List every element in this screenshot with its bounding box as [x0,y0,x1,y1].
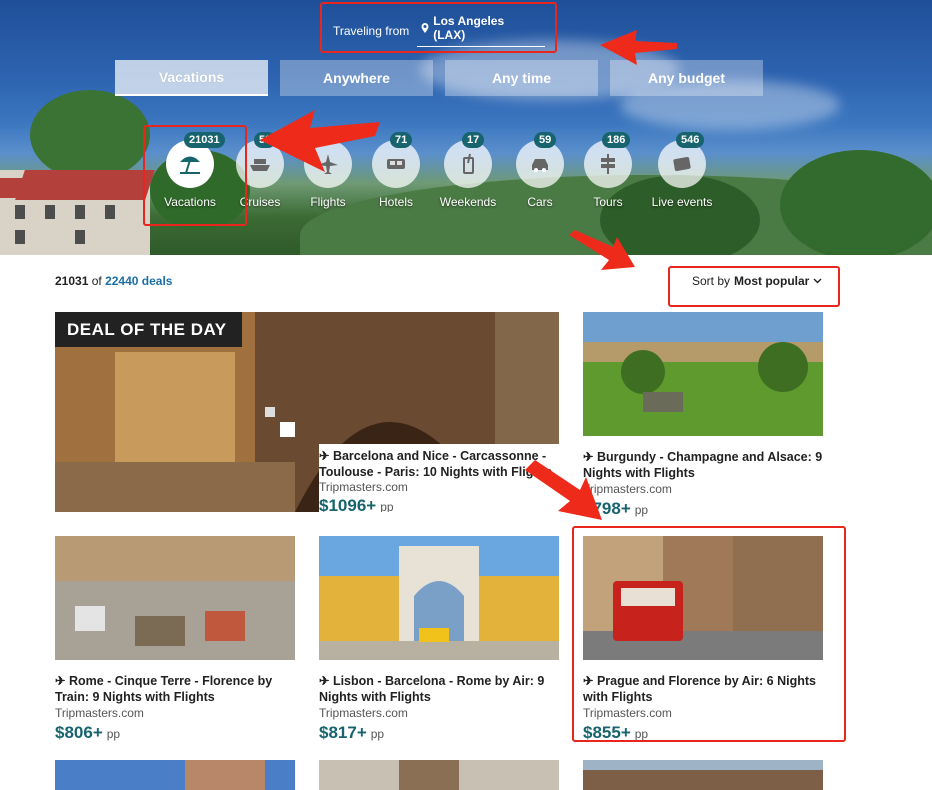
annotation-arrow-icon [525,460,602,520]
deal-card-image-partial [55,760,295,790]
deal-card-source: Tripmasters.com [55,706,144,720]
deal-card-price-unit: pp [370,727,385,741]
bed-icon [387,159,405,169]
deal-card-price-amount: $817+ [319,723,367,742]
deal-card-price-unit: pp [634,503,649,517]
car-icon [532,159,548,172]
deal-card-title[interactable]: ✈ Rome - Cinque Terre - Florence by Trai… [55,673,295,705]
deal-of-the-day-banner: DEAL OF THE DAY [55,312,242,347]
annotation-arrow-icon [260,110,380,172]
category-label: Live events [651,195,713,209]
ticket-icon [673,157,691,171]
highlight-box [320,2,557,53]
filter-anywhere[interactable]: Anywhere [280,60,433,96]
annotation-arrow-icon [569,230,635,270]
signpost-icon [601,154,615,174]
deal-card-price-unit: pp [106,727,121,741]
deal-card-price: $806+ pp [55,723,295,743]
deal-card-source: Tripmasters.com [319,706,408,720]
category-count-badge: 59 [534,132,557,148]
deal-card-image [55,536,295,660]
highlight-box [572,526,846,742]
category-bar: 21031 Vacations 52 Cruises Flights 71 Ho… [0,132,932,220]
category-label: Weekends [439,195,497,209]
deal-card-image [583,312,823,436]
category-tours[interactable]: 186 Tours [568,132,648,212]
results-shown: 21031 [55,274,89,288]
deal-card-price: $798+ pp [583,499,823,519]
highlight-box [668,266,840,307]
deal-card[interactable]: ✈ Lisbon - Barcelona - Rome by Air: 9 Ni… [319,536,559,743]
filter-label: Vacations [158,69,225,85]
filter-any-time[interactable]: Any time [445,60,598,96]
deal-card-source: Tripmasters.com [583,482,672,496]
deal-card-image [319,536,559,660]
deal-card-image-partial [319,760,559,790]
category-live-events[interactable]: 546 Live events [642,132,722,212]
deal-card-title[interactable]: ✈ Lisbon - Barcelona - Rome by Air: 9 Ni… [319,673,559,705]
filter-label: Any time [491,70,552,86]
deal-price-amount: $1096+ [319,496,377,512]
category-count-badge: 546 [676,132,705,148]
drink-icon [463,153,474,174]
annotation-arrow-icon [600,30,677,65]
category-label: Hotels [378,195,413,209]
deal-card-title[interactable]: ✈ Burgundy - Champagne and Alsace: 9 Nig… [583,449,823,481]
deal-card-price: $817+ pp [319,723,559,743]
category-weekends[interactable]: 17 Weekends [428,132,508,212]
deal-card-image-partial [583,760,823,790]
deal-card[interactable]: ✈ Rome - Cinque Terre - Florence by Trai… [55,536,295,743]
highlight-box [143,125,247,226]
filter-vacations[interactable]: Vacations [115,60,268,96]
category-count-badge: 17 [462,132,485,148]
deal-of-the-day-card[interactable]: DEAL OF THE DAY ✈ Barcelona and Nice - C… [55,312,559,512]
filter-label: Anywhere [323,70,390,86]
results-of: of [91,274,102,288]
category-label: Tours [593,195,623,209]
deal-price-unit: pp [380,500,394,512]
category-count-badge: 186 [602,132,631,148]
page: Traveling from Los Angeles (LAX) Vacatio… [0,0,932,790]
results-count: 21031 of 22440 deals [55,274,172,288]
deal-card-price-amount: $806+ [55,723,103,742]
filter-label: Any budget [648,70,725,86]
category-count-badge: 71 [390,132,413,148]
deal-card[interactable]: ✈ Burgundy - Champagne and Alsace: 9 Nig… [583,312,823,519]
results-total-link[interactable]: 22440 deals [105,274,172,288]
